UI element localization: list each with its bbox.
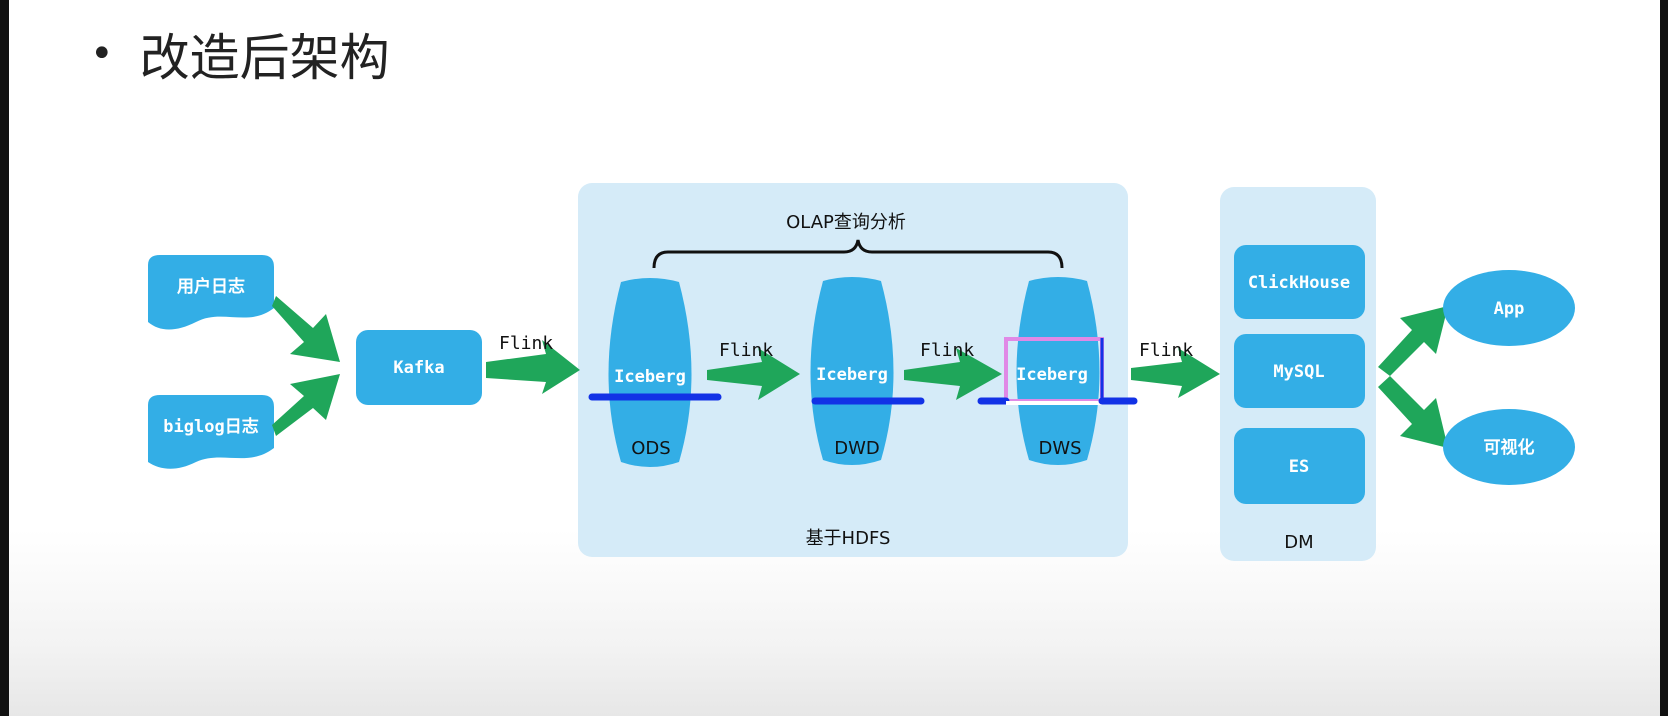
ods-layer-label: ODS [631, 438, 670, 459]
flink-label-kafka-ods: Flink [499, 333, 553, 354]
visualization-label: 可视化 [1484, 437, 1535, 458]
hdfs-panel-label: 基于HDFS [806, 528, 891, 549]
ods-table-label: Iceberg [614, 367, 686, 387]
kafka-label: Kafka [393, 358, 444, 378]
mysql-label: MySQL [1273, 362, 1324, 382]
app-label: App [1494, 299, 1525, 319]
arrow-dm-to-visualization [1378, 376, 1448, 448]
dwd-layer-label: DWD [834, 438, 880, 459]
arrow-biglog-to-kafka [272, 374, 340, 436]
flink-label-ods-dwd: Flink [719, 340, 773, 361]
flink-label-dws-dm: Flink [1139, 340, 1193, 361]
dwd-table-label: Iceberg [816, 365, 888, 385]
dm-panel-label: DM [1284, 532, 1313, 553]
olap-label: OLAP查询分析 [786, 212, 906, 233]
es-label: ES [1289, 457, 1309, 477]
dws-layer-label: DWS [1038, 438, 1081, 459]
clickhouse-label: ClickHouse [1248, 273, 1350, 293]
flink-label-dwd-dws: Flink [920, 340, 974, 361]
source-label-user-log: 用户日志 [177, 276, 245, 297]
arrow-user-log-to-kafka [272, 296, 340, 362]
architecture-diagram: 用户日志 biglog日志 Kafka Flink OLAP查询分析 Icebe… [148, 183, 1575, 561]
dws-table-label: Iceberg [1016, 365, 1088, 385]
source-label-biglog: biglog日志 [163, 416, 258, 437]
arrow-dm-to-app [1378, 306, 1448, 376]
